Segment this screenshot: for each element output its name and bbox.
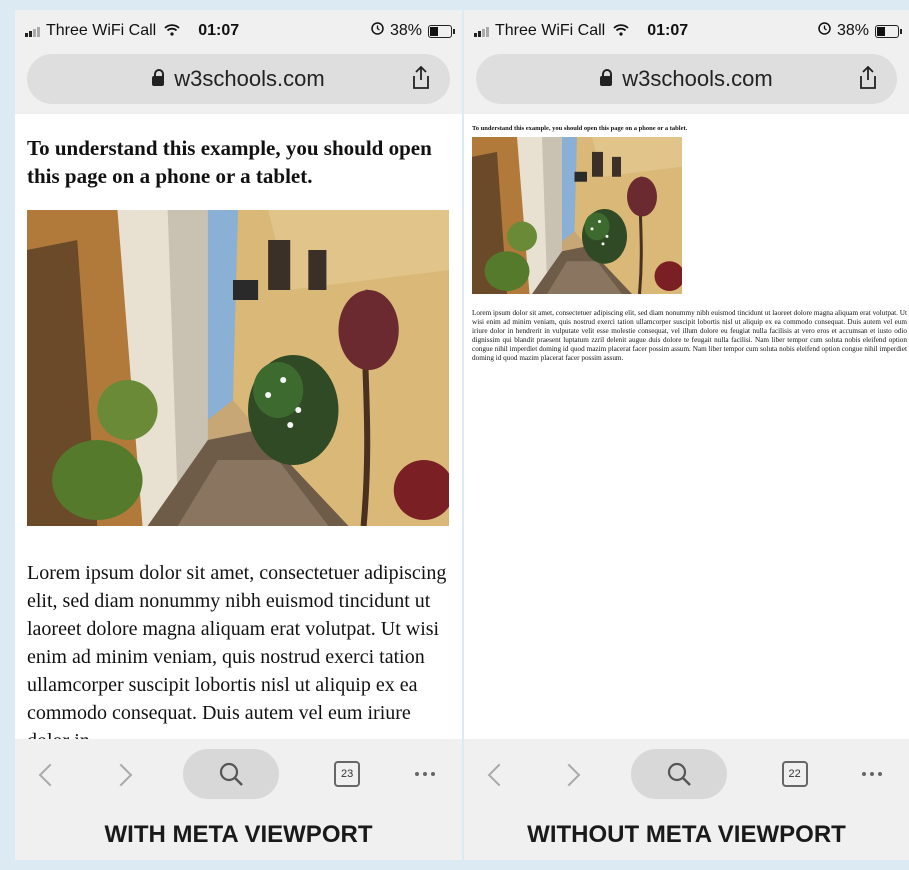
url-text: w3schools.com — [622, 66, 773, 91]
search-icon — [668, 762, 692, 786]
alarm-icon — [818, 22, 831, 40]
carrier-label: Three WiFi Call — [46, 22, 157, 39]
battery-percent: 38% — [389, 22, 422, 39]
more-icon[interactable] — [861, 772, 882, 776]
lock-icon — [600, 69, 613, 86]
search-button[interactable] — [183, 749, 280, 799]
address-bar[interactable]: w3schools.com — [476, 54, 897, 104]
share-icon[interactable] — [857, 66, 879, 90]
phone-screen-without-viewport: Three WiFi Call 01:07 38% w3schools.com … — [464, 10, 909, 860]
signal-icon — [25, 25, 40, 37]
tabs-button[interactable]: 22 — [781, 761, 808, 787]
web-page-content: To understand this example, you should o… — [464, 114, 909, 739]
web-page-content: To understand this example, you should o… — [15, 114, 462, 739]
carrier-label: Three WiFi Call — [495, 22, 606, 39]
clock-time: 01:07 — [198, 22, 240, 39]
wifi-icon — [613, 23, 629, 40]
signal-icon — [474, 25, 489, 37]
chevron-right-icon[interactable] — [109, 758, 133, 790]
lock-icon — [152, 69, 165, 86]
alarm-icon — [371, 22, 384, 40]
phone-screen-with-viewport: Three WiFi Call 01:07 38% w3schools.com … — [15, 10, 462, 860]
more-icon[interactable] — [414, 772, 435, 776]
browser-toolbar: 22 — [464, 739, 909, 809]
search-icon — [220, 762, 244, 786]
browser-toolbar: 23 — [15, 739, 462, 809]
search-button[interactable] — [631, 749, 728, 799]
street-photo — [472, 137, 682, 294]
status-bar: Three WiFi Call 01:07 38% — [15, 10, 462, 52]
page-heading: To understand this example, you should o… — [27, 136, 432, 188]
page-heading: To understand this example, you should o… — [472, 125, 688, 132]
battery-icon — [428, 24, 455, 38]
chevron-left-icon[interactable] — [487, 758, 511, 790]
chevron-right-icon[interactable] — [557, 758, 581, 790]
clock-time: 01:07 — [647, 22, 689, 39]
status-bar: Three WiFi Call 01:07 38% — [464, 10, 909, 52]
tabs-button[interactable]: 23 — [334, 761, 361, 787]
battery-icon — [875, 24, 902, 38]
lorem-paragraph: Lorem ipsum dolor sit amet, consectetuer… — [472, 309, 907, 362]
street-photo — [27, 210, 449, 526]
url-text: w3schools.com — [174, 66, 325, 91]
chevron-left-icon[interactable] — [38, 758, 62, 790]
caption: WITH META VIEWPORT — [104, 821, 373, 848]
share-icon[interactable] — [410, 66, 432, 90]
address-bar[interactable]: w3schools.com — [27, 54, 450, 104]
lorem-paragraph: Lorem ipsum dolor sit amet, consectetuer… — [27, 562, 447, 739]
battery-percent: 38% — [836, 22, 869, 39]
caption: WITHOUT META VIEWPORT — [527, 821, 846, 848]
wifi-icon — [164, 23, 180, 40]
